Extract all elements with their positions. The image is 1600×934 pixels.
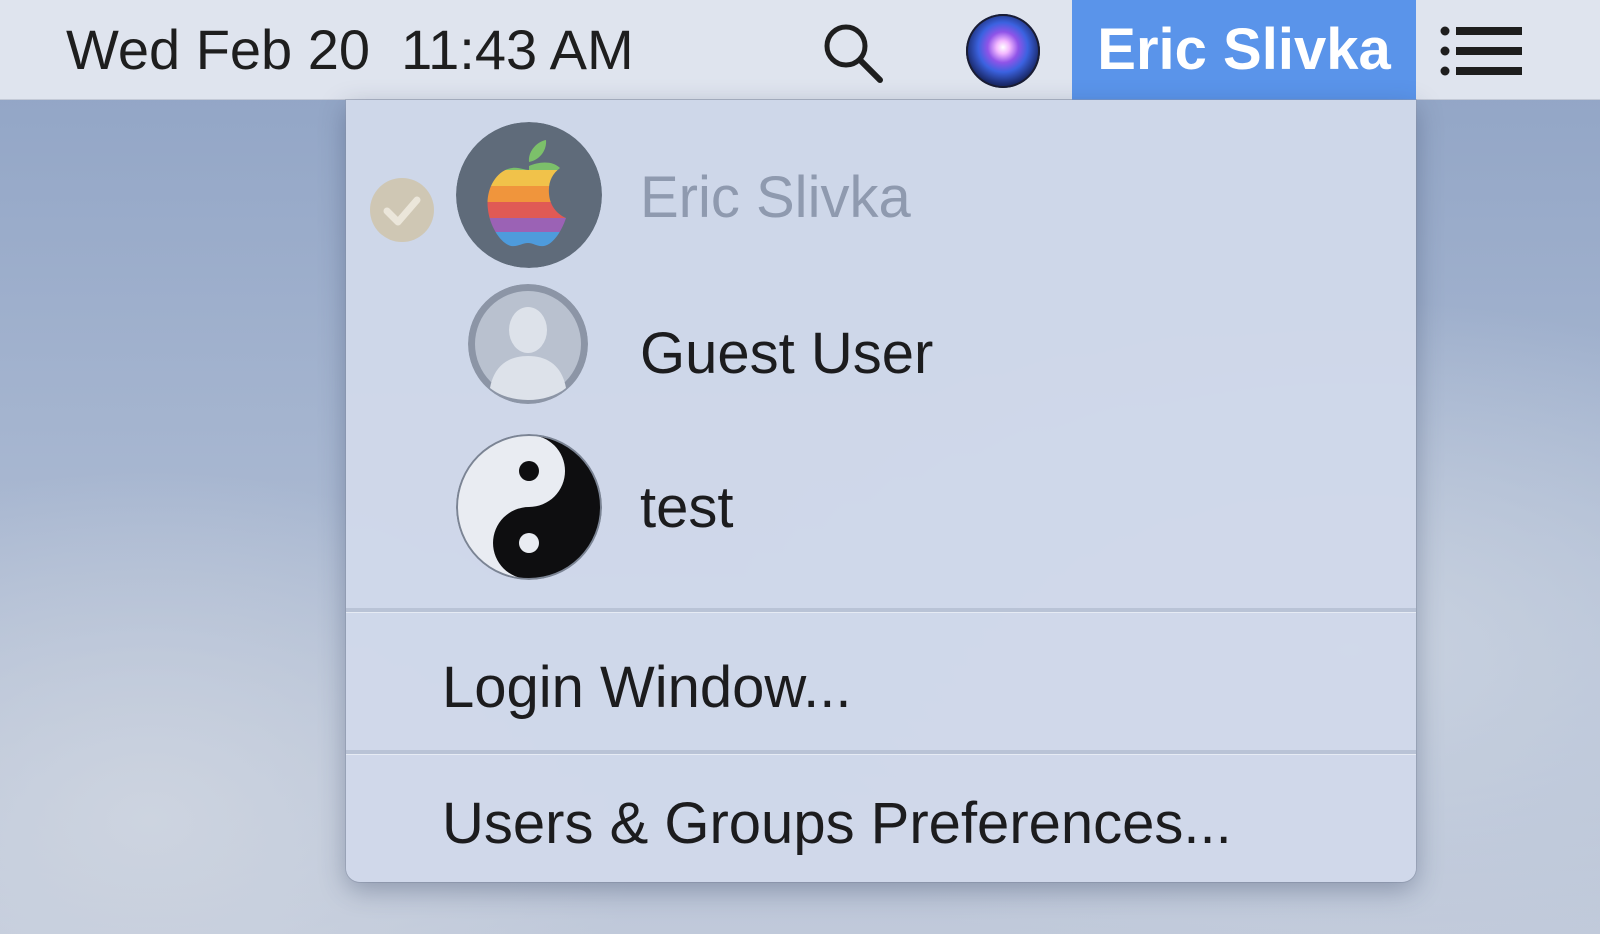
menu-item-users-groups-preferences[interactable]: Users & Groups Preferences...: [346, 760, 1416, 878]
user-name-label: Eric Slivka: [640, 165, 911, 230]
logged-in-check-icon: [370, 178, 434, 242]
user-switch-dropdown: Eric Slivka Guest User test Login Window…: [346, 100, 1416, 882]
fast-user-switching-menu[interactable]: Eric Slivka: [1072, 0, 1416, 100]
rainbow-apple-avatar-icon: [456, 122, 602, 268]
menu-bar-clock[interactable]: Wed Feb 20 11:43 AM: [66, 0, 634, 100]
yin-yang-avatar-icon: [456, 434, 602, 580]
menu-bar: Wed Feb 20 11:43 AM Eric Slivka: [0, 0, 1600, 100]
menu-item-user-test[interactable]: test: [346, 430, 1416, 580]
login-window-label: Login Window...: [442, 655, 852, 720]
siri-icon[interactable]: [966, 14, 1040, 88]
guest-silhouette-avatar-icon: [468, 284, 588, 404]
menu-separator: [346, 750, 1416, 755]
user-name-label: Guest User: [640, 321, 934, 386]
menu-item-guest-user[interactable]: Guest User: [346, 276, 1416, 426]
menu-item-login-window[interactable]: Login Window...: [346, 620, 1416, 750]
spotlight-search-icon[interactable]: [818, 18, 888, 88]
menu-separator: [346, 608, 1416, 613]
menu-item-user-eric-slivka[interactable]: Eric Slivka: [346, 120, 1416, 270]
users-groups-preferences-label: Users & Groups Preferences...: [442, 791, 1232, 856]
user-name-label: test: [640, 475, 734, 540]
notification-center-icon[interactable]: [1440, 26, 1524, 76]
